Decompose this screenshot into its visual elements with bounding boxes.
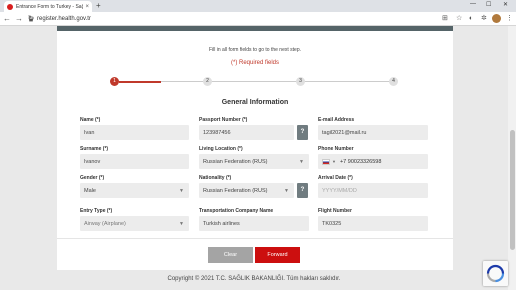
name-value: Ivan xyxy=(84,129,95,136)
plus-icon[interactable]: + xyxy=(96,1,101,11)
url-text: register.health.gov.tr xyxy=(37,16,91,22)
surname-value: Ivanov xyxy=(84,158,101,165)
recaptcha-icon xyxy=(486,264,505,283)
phone-value: +7 90023326598 xyxy=(339,158,382,165)
surname-label: Surname (*) xyxy=(80,146,109,152)
close-window-icon[interactable]: ✕ xyxy=(503,1,508,8)
transport-value: Turkish airlines xyxy=(203,220,240,227)
nationality-value: Russian Federation (RUS) xyxy=(203,187,268,194)
flight-value: TK0325 xyxy=(322,220,342,227)
tab-title: Entrance Form to Turkey - Sağlık xyxy=(16,3,84,10)
chevron-down-icon: ▼ xyxy=(299,159,304,165)
nationality-label: Nationality (*) xyxy=(199,175,232,181)
clear-button[interactable]: Clear xyxy=(208,247,253,263)
scrollbar-thumb[interactable] xyxy=(510,130,515,250)
phone-label: Phone Number xyxy=(318,146,354,152)
flight-label: Flight Number xyxy=(318,208,352,214)
passport-value: 123987456 xyxy=(203,129,231,136)
arrival-placeholder: YYYY/MM/DD xyxy=(322,187,357,194)
progress-stepper: 1 2 3 4 xyxy=(57,77,453,87)
bookmark-star-icon[interactable]: ☆ xyxy=(456,15,462,23)
arrival-label: Arrival Date (*) xyxy=(318,175,353,181)
gender-select[interactable]: Male ▼ xyxy=(80,183,189,198)
living-label: Living Location (*) xyxy=(199,146,243,152)
chevron-down-icon: ▼ xyxy=(179,221,184,227)
maximize-icon[interactable]: ☐ xyxy=(486,1,491,8)
help-icon[interactable]: ? xyxy=(297,183,308,198)
minimize-icon[interactable]: — xyxy=(470,1,476,7)
arrival-date-input[interactable]: YYYY/MM/DD xyxy=(318,183,428,198)
step-line xyxy=(161,81,393,82)
entry-type-value: Airway (Airplane) xyxy=(84,220,126,227)
instruction-text: Fill in all form fields to go to the nex… xyxy=(209,47,301,53)
russia-flag-icon[interactable] xyxy=(322,158,330,165)
chevron-down-icon: ▼ xyxy=(179,188,184,194)
browser-tab[interactable]: Entrance Form to Turkey - Sağlık × xyxy=(4,1,92,12)
gender-label: Gender (*) xyxy=(80,175,105,181)
forward-button[interactable]: Forward xyxy=(255,247,300,263)
chevron-down-icon: ▼ xyxy=(284,188,289,194)
browser-toolbar: ← → ↻ register.health.gov.tr ⊞ ☆ ◐ ✲ ⋮ xyxy=(0,12,516,26)
transport-label: Transportation Company Name xyxy=(199,208,274,214)
lock-icon xyxy=(29,16,33,22)
living-select[interactable]: Russian Federation (RUS) ▼ xyxy=(199,154,309,169)
email-input[interactable]: tagil2021@mail.ru xyxy=(318,125,428,140)
section-title: General Information xyxy=(221,99,289,106)
forward-nav-icon[interactable]: → xyxy=(14,14,24,23)
gender-value: Male xyxy=(84,187,96,194)
extension-icon[interactable]: ◐ xyxy=(469,15,473,23)
puzzle-icon[interactable]: ✲ xyxy=(481,15,487,23)
living-value: Russian Federation (RUS) xyxy=(203,158,268,165)
avatar[interactable] xyxy=(492,14,501,23)
chevron-down-icon[interactable]: ▼ xyxy=(332,159,336,164)
email-label: E-mail Address xyxy=(318,117,355,123)
form-card: Fill in all form fields to go to the nex… xyxy=(57,26,453,270)
step-2: 2 xyxy=(203,77,212,86)
name-label: Name (*) xyxy=(80,117,101,123)
transport-input[interactable]: Turkish airlines xyxy=(199,216,309,231)
phone-input[interactable]: ▼ +7 90023326598 xyxy=(318,154,428,169)
back-icon[interactable]: ← xyxy=(2,14,12,23)
step-1: 1 xyxy=(110,77,119,86)
address-bar[interactable]: register.health.gov.tr xyxy=(28,14,448,24)
entry-type-select[interactable]: Airway (Airplane) ▼ xyxy=(80,216,189,231)
help-icon[interactable]: ? xyxy=(297,125,308,140)
required-note: (*) Required fields xyxy=(230,60,280,66)
recaptcha-badge[interactable] xyxy=(483,261,508,286)
step-3: 3 xyxy=(296,77,305,86)
entry-type-label: Entry Type (*) xyxy=(80,208,113,214)
close-icon[interactable]: × xyxy=(85,4,89,10)
step-line-active xyxy=(119,81,161,83)
email-value: tagil2021@mail.ru xyxy=(322,129,367,136)
translate-icon[interactable]: ⊞ xyxy=(442,15,448,23)
tab-strip: Entrance Form to Turkey - Sağlık × + — ☐… xyxy=(0,0,516,12)
passport-input[interactable]: 123987456 xyxy=(199,125,294,140)
flight-input[interactable]: TK0325 xyxy=(318,216,428,231)
step-4: 4 xyxy=(389,77,398,86)
menu-icon[interactable]: ⋮ xyxy=(506,15,513,23)
favicon-icon xyxy=(7,3,13,10)
surname-input[interactable]: Ivanov xyxy=(80,154,189,169)
footer-copyright: Copyright © 2021 T.C. SAĞLIK BAKANLIĞI. … xyxy=(167,276,341,282)
divider xyxy=(57,238,453,239)
name-input[interactable]: Ivan xyxy=(80,125,189,140)
nationality-select[interactable]: Russian Federation (RUS) ▼ xyxy=(199,183,294,198)
passport-label: Passport Number (*) xyxy=(199,117,248,123)
